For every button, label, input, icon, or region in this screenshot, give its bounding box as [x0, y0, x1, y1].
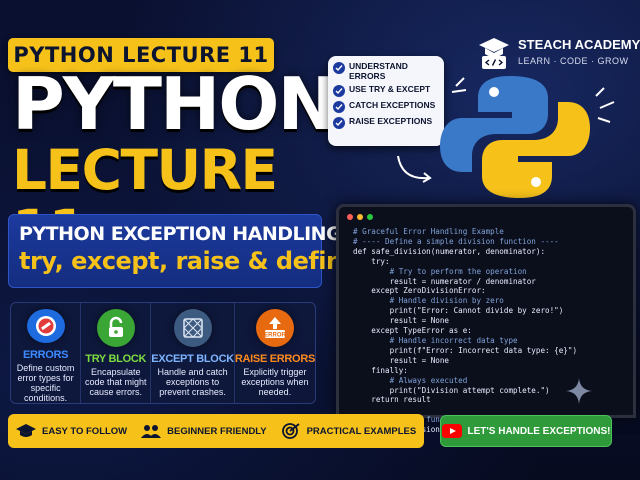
- card-desc: Encapsulate code that might cause errors…: [84, 367, 147, 397]
- card-desc: Define custom error types for specific c…: [16, 363, 75, 403]
- code-line: except TypeError as e:: [353, 326, 472, 336]
- feature-beginner: BEGINNER FRIENDLY: [141, 423, 267, 439]
- check-icon: [333, 117, 345, 129]
- target-icon: [281, 423, 300, 439]
- card-title: RAISE ERRORS: [234, 353, 315, 365]
- check-icon: [333, 101, 345, 113]
- thumbnail: PYTHON LECTURE 11 PYTHON LECTURE 11 PYTH…: [0, 0, 640, 480]
- graduation-code-icon: [479, 38, 509, 69]
- feature-label: PRACTICAL EXAMPLES: [306, 425, 417, 437]
- graduation-cap-icon: [16, 424, 36, 437]
- code-line: result = None: [353, 355, 450, 365]
- checklist-item: USE TRY & EXCEPT: [333, 84, 439, 97]
- card-errors: ERRORS Define custom error types for spe…: [11, 303, 82, 403]
- youtube-icon: [441, 424, 462, 438]
- error-arrow-icon: ERROR: [255, 309, 294, 347]
- feature-cards: ERRORS Define custom error types for spe…: [10, 302, 316, 404]
- window-controls: [347, 214, 377, 220]
- card-title: EXCEPT BLOCK: [151, 353, 234, 365]
- card-title: ERRORS: [22, 349, 69, 361]
- card-desc: Explicitly trigger exceptions when neede…: [241, 367, 309, 397]
- checklist-item: UNDERSTAND ERRORS: [333, 61, 439, 81]
- error-icon-label: ERROR: [264, 333, 286, 339]
- checklist-text: UNDERSTAND ERRORS: [349, 61, 408, 81]
- checklist-item: RAISE EXCEPTIONS: [333, 116, 439, 129]
- features-bar: EASY TO FOLLOW BEGINNER FRIENDLY PRACTIC…: [8, 414, 424, 448]
- topic-heading: PYTHON EXCEPTION HANDLING:: [19, 223, 349, 245]
- code-line: # Handle incorrect data type: [353, 335, 518, 345]
- checklist-text: CATCH EXCEPTIONS: [349, 100, 436, 110]
- maximize-dot-icon: [367, 214, 373, 220]
- card-desc: Handle and catch exceptions to prevent c…: [157, 367, 228, 397]
- topic-box: PYTHON EXCEPTION HANDLING: try, except, …: [8, 214, 359, 288]
- academy-tagline: LEARN · CODE · GROW: [518, 56, 629, 66]
- feature-label: EASY TO FOLLOW: [42, 425, 128, 437]
- feature-practical: PRACTICAL EXAMPLES: [281, 423, 417, 439]
- unlock-icon: [96, 309, 135, 347]
- burst-lines-icon: [595, 87, 615, 123]
- curved-arrow-icon: [397, 155, 432, 183]
- code-line: print(f"Error: Incorrect data type: {e}"…: [353, 345, 578, 355]
- cta-label: LET'S HANDLE EXCEPTIONS!: [467, 425, 611, 437]
- card-try-block: TRY BLOCK Encapsulate code that might ca…: [81, 303, 152, 403]
- topic-keywords: try, except, raise & define: [19, 247, 359, 275]
- check-icon: [333, 85, 345, 97]
- close-dot-icon: [347, 214, 353, 220]
- checklist-item: CATCH EXCEPTIONS: [333, 100, 439, 113]
- code-line: def safe_division(numerator, denominator…: [353, 246, 546, 256]
- feature-label: BEGINNER FRIENDLY: [167, 425, 267, 437]
- net-icon: [173, 309, 212, 347]
- feature-easy: EASY TO FOLLOW: [16, 423, 127, 439]
- code-line: print("Error: Cannot divide by zero!"): [353, 306, 564, 316]
- card-title: TRY BLOCK: [85, 353, 147, 365]
- no-entry-icon: [26, 309, 65, 343]
- sparkle-icon: [566, 378, 592, 404]
- objectives-checklist: UNDERSTAND ERRORS USE TRY & EXCEPT CATCH…: [328, 56, 444, 146]
- people-icon: [141, 425, 162, 438]
- checklist-text: USE TRY & EXCEPT: [349, 84, 431, 94]
- academy-logo: STEACH ACADEMY LEARN · CODE · GROW: [478, 34, 640, 74]
- checklist-text: RAISE EXCEPTIONS: [349, 116, 433, 126]
- main-title: PYTHON: [12, 62, 338, 146]
- code-line: finally:: [353, 365, 408, 375]
- code-line: # Graceful Error Handling Example: [353, 227, 504, 236]
- code-line: result = None: [353, 316, 450, 326]
- minimize-dot-icon: [357, 214, 363, 220]
- burst-lines-left-icon: [451, 77, 467, 93]
- code-line: result = numerator / denominator: [353, 276, 536, 286]
- cta-button[interactable]: LET'S HANDLE EXCEPTIONS!: [440, 415, 612, 447]
- academy-name: STEACH ACADEMY: [518, 37, 640, 52]
- code-line: except ZeroDivisionError:: [353, 286, 486, 296]
- code-line: # Handle division by zero: [353, 296, 504, 306]
- code-line: # ---- Define a simple division function…: [353, 236, 559, 246]
- code-line: try:: [353, 256, 390, 266]
- card-except-block: EXCEPT BLOCK Handle and catch exceptions…: [151, 303, 235, 403]
- code-line: # Try to perform the operation: [353, 266, 527, 276]
- card-raise-errors: ERROR RAISE ERRORS Explicitly trigger ex…: [235, 303, 315, 403]
- check-icon: [333, 62, 345, 74]
